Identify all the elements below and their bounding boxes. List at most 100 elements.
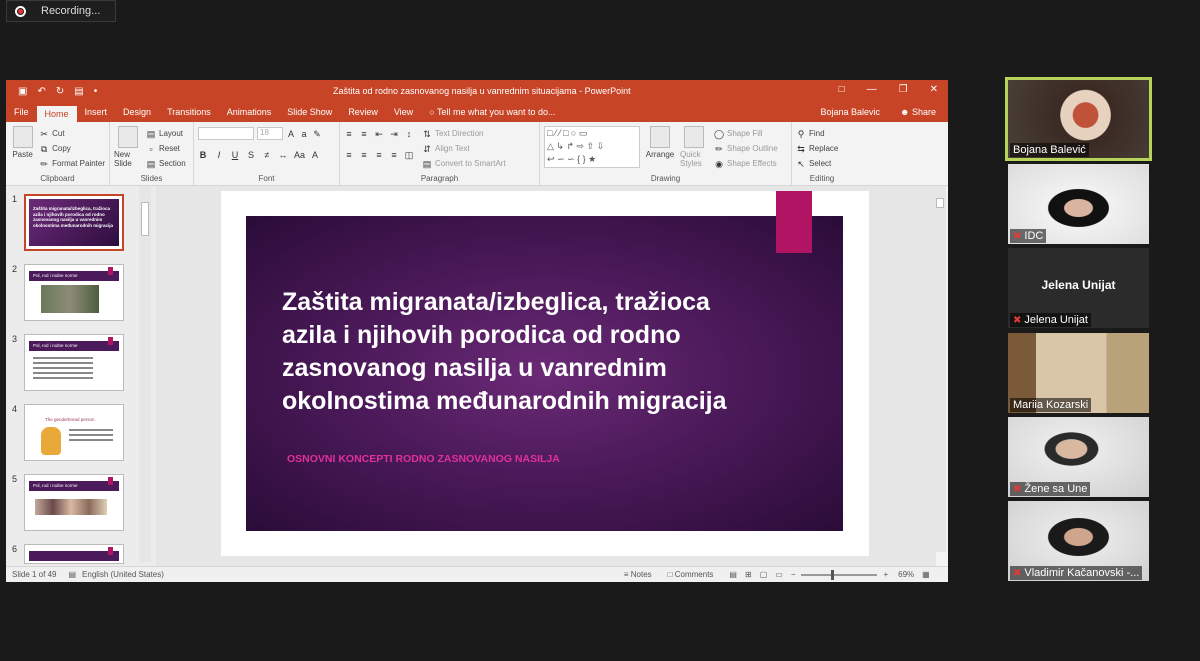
zoom-out-icon[interactable]: − [791,570,796,579]
slide-thumbnail-4[interactable]: The genderbread person [24,404,124,461]
slide-thumbnail-5[interactable]: Pol, rod i rodne norme [24,474,124,531]
slide-thumbnail-3[interactable]: Pol, rod i rodne norme [24,334,124,391]
zoom-slider-thumb[interactable] [831,569,835,580]
thumbnail-row-5[interactable]: 5 Pol, rod i rodne norme [12,474,124,531]
tab-transitions[interactable]: Transitions [159,107,219,122]
participant-tile-6[interactable]: ✖ Vladimir Kačanovski -... [1008,501,1149,581]
align-text-button[interactable]: ⇵ Align Text [422,141,506,156]
close-icon[interactable]: ✕ [930,84,938,95]
spellcheck-icon[interactable]: ▤ [68,570,76,579]
thumbnail-row-2[interactable]: 2 Pol, rod i rodne norme [12,264,124,321]
font-name-field[interactable] [198,127,254,140]
ribbon-display-icon[interactable]: □ [839,84,845,95]
comments-button[interactable]: □ Comments [668,570,714,579]
slide-subtitle[interactable]: OSNOVNI KONCEPTI RODNO ZASNOVANOG NASILJ… [287,453,560,465]
find-button[interactable]: ⚲ Find [796,126,848,141]
tab-file[interactable]: File [6,107,37,122]
strikethrough-icon[interactable]: ≠ [262,150,272,160]
tab-review[interactable]: Review [340,107,386,122]
reading-view-icon[interactable]: ▢ [760,570,768,579]
current-slide[interactable]: Zaštita migranata/izbeglica, tražioca az… [221,191,869,556]
slide-thumbnail-2[interactable]: Pol, rod i rodne norme [24,264,124,321]
cut-button[interactable]: ✂ Cut [39,126,105,141]
text-direction-button[interactable]: ⇅ Text Direction [422,126,506,141]
undo-icon[interactable]: ↶ [37,86,45,97]
tab-view[interactable]: View [386,107,421,122]
replace-button[interactable]: ⇆ Replace [796,141,848,156]
font-size-field[interactable]: 18 [257,127,283,140]
tab-insert[interactable]: Insert [77,107,116,122]
tab-animations[interactable]: Animations [219,107,280,122]
tab-design[interactable]: Design [115,107,159,122]
save-icon[interactable]: ▣ [18,86,27,97]
clear-format-icon[interactable]: ✎ [312,129,322,139]
arrange-button[interactable]: Arrange [646,126,674,171]
bullets-icon[interactable]: ≡ [344,129,354,139]
notes-button[interactable]: ≡ Notes [624,570,652,579]
convert-smartart-button[interactable]: ▤ Convert to SmartArt [422,156,506,171]
zoom-level[interactable]: 69% [898,570,914,579]
section-button[interactable]: ▤ Section [146,156,186,171]
numbering-icon[interactable]: ≡ [359,129,369,139]
align-left-icon[interactable]: ≡ [344,150,354,160]
fit-slide-icon[interactable]: ▦ [922,570,930,579]
slide-sorter-icon[interactable]: ⊞ [745,570,752,579]
layout-button[interactable]: ▤ Layout [146,126,186,141]
thumbnail-row-1[interactable]: 1 Zaštita migranata/izbeglica, tražioca … [12,194,124,251]
participant-tile-5[interactable]: ✖ Žene sa Une [1008,417,1149,497]
language-indicator[interactable]: English (United States) [82,570,164,579]
zoom-in-icon[interactable]: + [883,570,888,579]
user-name[interactable]: Bojana Balevic [820,107,880,117]
participant-tile-2[interactable]: ✖ IDC [1008,164,1149,244]
columns-icon[interactable]: ◫ [404,150,414,160]
char-spacing-icon[interactable]: ↔ [278,150,288,160]
canvas-scrollbar[interactable] [934,186,946,552]
customize-qat-icon[interactable]: • [94,86,98,97]
tab-slide-show[interactable]: Slide Show [279,107,340,122]
shape-fill-button[interactable]: ◯ Shape Fill [714,126,778,141]
tell-me-box[interactable]: ○ Tell me what you want to do... [421,107,563,122]
start-slideshow-icon[interactable]: ▤ [74,86,83,97]
normal-view-icon[interactable]: ▤ [729,570,737,579]
shape-outline-button[interactable]: ✏ Shape Outline [714,141,777,156]
justify-icon[interactable]: ≡ [389,150,399,160]
quick-styles-button[interactable]: Quick Styles [680,126,708,171]
scrollbar-thumb[interactable] [141,202,149,236]
thumbnail-scrollbar[interactable] [139,186,151,562]
tab-home[interactable]: Home [36,106,77,122]
participant-tile-1[interactable]: Bojana Balević [1005,77,1152,161]
restore-icon[interactable]: ❐ [899,84,908,95]
underline-icon[interactable]: U [230,150,240,160]
thumbnail-row-6[interactable]: 6 [12,544,124,564]
increase-indent-icon[interactable]: ⇥ [389,129,399,139]
redo-icon[interactable]: ↻ [56,86,64,97]
line-spacing-icon[interactable]: ↕ [404,129,414,139]
participant-tile-4[interactable]: Mariia Kozarski [1008,333,1149,413]
slide-thumbnail-1[interactable]: Zaštita migranata/izbeglica, tražioca az… [24,194,124,251]
share-button[interactable]: ☻ Share [900,107,936,117]
shadow-icon[interactable]: S [246,150,256,160]
new-slide-button[interactable]: New Slide [114,126,142,171]
canvas-scroll-thumb[interactable] [936,198,944,208]
minimize-icon[interactable]: — [867,84,877,95]
decrease-font-icon[interactable]: a [299,129,309,139]
shapes-gallery[interactable]: □ ⁄ ⁄ □ ○ ▭ △ ↳ ↱ ⇨ ⇧ ⇩ ↩ ∽ ∽ { } ★ [544,126,640,168]
decrease-indent-icon[interactable]: ⇤ [374,129,384,139]
paste-button[interactable]: Paste [10,126,35,171]
shape-effects-button[interactable]: ◉ Shape Effects [714,156,778,171]
bold-icon[interactable]: B [198,150,208,160]
slide-thumbnail-6[interactable] [24,544,124,564]
zoom-slider[interactable] [801,569,878,580]
slide-title[interactable]: Zaštita migranata/izbeglica, tražioca az… [282,286,742,418]
align-right-icon[interactable]: ≡ [374,150,384,160]
italic-icon[interactable]: I [214,150,224,160]
slideshow-view-icon[interactable]: ▭ [775,570,783,579]
select-button[interactable]: ↖ Select [796,156,848,171]
participant-tile-3[interactable]: Jelena Unijat ✖ Jelena Unijat [1008,248,1149,328]
thumbnail-row-3[interactable]: 3 Pol, rod i rodne norme [12,334,124,391]
change-case-icon[interactable]: Aa [294,150,305,160]
font-color-icon[interactable]: A [310,150,320,160]
format-painter-button[interactable]: ✏ Format Painter [39,156,105,171]
recording-indicator[interactable]: Recording... [6,0,116,22]
copy-button[interactable]: ⧉ Copy [39,141,105,156]
